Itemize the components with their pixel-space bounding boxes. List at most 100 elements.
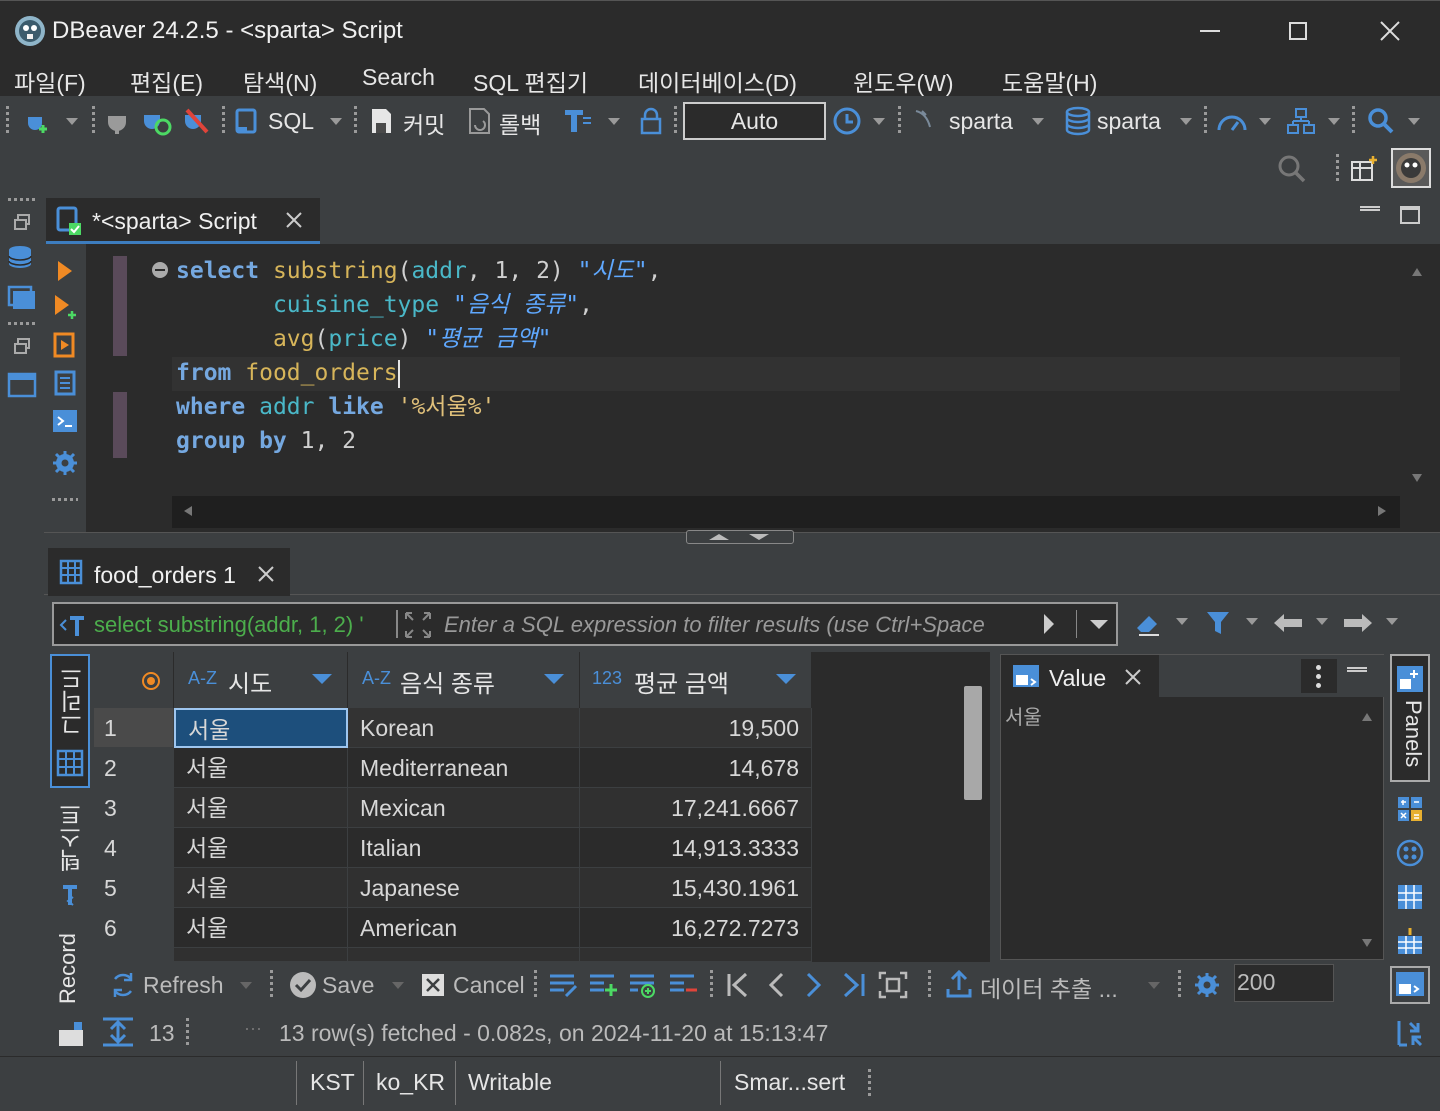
- execute-new-tab-icon[interactable]: [50, 292, 80, 322]
- cell-sido[interactable]: 서울: [174, 708, 348, 748]
- column-header-avg-price[interactable]: 123 평균 금액: [580, 652, 812, 708]
- cell-avg-price[interactable]: 14,678: [580, 748, 812, 788]
- fetch-all-icon[interactable]: [876, 968, 910, 1002]
- value-tab[interactable]: Value: [1001, 655, 1159, 697]
- close-value-tab-icon[interactable]: [1121, 665, 1145, 689]
- results-status-icon[interactable]: [54, 1016, 88, 1050]
- execute-statement-icon[interactable]: [50, 256, 80, 286]
- back-icon[interactable]: [1270, 604, 1306, 642]
- editor-vertical-scrollbar[interactable]: [1400, 254, 1434, 494]
- sql-button[interactable]: SQL: [268, 108, 314, 135]
- edit-row-icon[interactable]: [546, 968, 580, 1002]
- fetch-size-input[interactable]: 200: [1234, 964, 1334, 1002]
- sort-icon[interactable]: [312, 674, 332, 684]
- references-panel-icon[interactable]: [1394, 924, 1426, 958]
- grid-view-tab[interactable]: 그리드: [50, 654, 90, 788]
- panels-tab[interactable]: Panels: [1390, 654, 1430, 782]
- cell-avg-price[interactable]: 16,272.7273: [580, 908, 812, 948]
- last-page-icon[interactable]: [838, 968, 870, 1002]
- filter-input[interactable]: Enter a SQL expression to filter results…: [444, 612, 1044, 638]
- filter-icon[interactable]: [1202, 604, 1234, 642]
- sort-icon[interactable]: [776, 674, 796, 684]
- results-settings-icon[interactable]: [1190, 968, 1224, 1002]
- sql-code[interactable]: select substring(addr, 1, 2) "시도", cuisi…: [176, 254, 1400, 494]
- sql-editor-icon[interactable]: [232, 104, 262, 138]
- column-header-sido[interactable]: A-Z 시도: [174, 652, 348, 708]
- cell-cuisine[interactable]: Japanese: [348, 868, 580, 908]
- connect-icon[interactable]: [102, 104, 132, 138]
- fold-icon[interactable]: [152, 262, 168, 278]
- copy-row-icon[interactable]: [626, 968, 660, 1002]
- search-icon[interactable]: [1364, 104, 1398, 138]
- value-content[interactable]: 서울: [1005, 701, 1042, 730]
- table-row[interactable]: 3 서울 Mexican 17,241.6667: [94, 788, 956, 828]
- cell-cuisine[interactable]: Mexican: [348, 788, 580, 828]
- menu-database[interactable]: 데이터베이스(D): [638, 64, 797, 98]
- editor-tab-script[interactable]: *<sparta> Script: [46, 198, 320, 244]
- cell-avg-price[interactable]: 17,241.6667: [580, 788, 812, 828]
- metadata-panel-icon[interactable]: [1394, 880, 1426, 914]
- add-row-icon[interactable]: [586, 968, 620, 1002]
- disconnect-icon[interactable]: [180, 104, 214, 138]
- table-row[interactable]: 2 서울 Mediterranean 14,678: [94, 748, 956, 788]
- quick-search-icon[interactable]: [1274, 150, 1310, 188]
- cell-avg-price[interactable]: 14,913.3333: [580, 828, 812, 868]
- active-datasource[interactable]: sparta: [949, 108, 1013, 135]
- table-row[interactable]: 6 서울 American 16,272.7273: [94, 908, 956, 948]
- erd-icon[interactable]: [1284, 104, 1318, 138]
- select-all-icon[interactable]: [142, 672, 160, 690]
- dbeaver-perspective-icon[interactable]: [1391, 148, 1431, 188]
- cell-cuisine[interactable]: Korean: [348, 708, 580, 748]
- apply-filter-arrow-icon[interactable]: [1044, 614, 1054, 634]
- transaction-mode-field[interactable]: Auto: [683, 102, 826, 140]
- editor-settings-icon[interactable]: [50, 448, 80, 478]
- toggle-panels-icon[interactable]: [1390, 966, 1430, 1004]
- cell-sido[interactable]: 서울: [174, 828, 348, 868]
- close-window-button[interactable]: [1370, 11, 1410, 51]
- cell-cuisine[interactable]: Mediterranean: [348, 748, 580, 788]
- projects-icon[interactable]: [4, 282, 40, 316]
- cell-sido[interactable]: 서울: [174, 868, 348, 908]
- filter-history-dropdown[interactable]: [1090, 620, 1108, 629]
- restore-panel-2-icon[interactable]: [8, 334, 36, 358]
- sort-icon[interactable]: [544, 674, 564, 684]
- commit-icon[interactable]: [366, 104, 398, 138]
- refresh-button[interactable]: Refresh: [143, 972, 224, 999]
- terminal-icon[interactable]: [50, 406, 80, 436]
- close-results-tab-icon[interactable]: [254, 562, 278, 586]
- column-header-cuisine[interactable]: A-Z 음식 종류: [348, 652, 580, 708]
- export-data-icon[interactable]: [942, 966, 976, 1002]
- erase-filter-icon[interactable]: [1130, 604, 1166, 642]
- dashboard-icon[interactable]: [1214, 104, 1250, 138]
- minimize-value-panel-button[interactable]: [1347, 667, 1367, 669]
- record-view-tab[interactable]: Record: [52, 922, 88, 1014]
- perspective-icon[interactable]: [1346, 150, 1382, 188]
- outline-panel-icon[interactable]: [4, 368, 40, 402]
- insert-mode-status[interactable]: Smar...sert: [734, 1069, 845, 1096]
- lock-icon[interactable]: [636, 104, 666, 138]
- explain-plan-icon[interactable]: [50, 368, 80, 398]
- menu-navigate[interactable]: 탐색(N): [243, 64, 317, 98]
- commit-button[interactable]: 커밋: [403, 106, 445, 140]
- expand-filter-icon[interactable]: [402, 610, 434, 640]
- execute-script-icon[interactable]: [50, 330, 80, 360]
- close-tab-icon[interactable]: [282, 208, 306, 232]
- minimize-editor-button[interactable]: [1360, 206, 1380, 208]
- text-view-tab[interactable]: 텍스트: [52, 794, 88, 918]
- next-page-icon[interactable]: [800, 968, 828, 1002]
- maximize-editor-button[interactable]: [1400, 206, 1420, 224]
- menu-edit[interactable]: 편집(E): [130, 64, 203, 98]
- row-number-header[interactable]: [94, 652, 174, 708]
- cell-cuisine[interactable]: American: [348, 908, 580, 948]
- cell-avg-price[interactable]: 15,430.1961: [580, 868, 812, 908]
- cancel-button[interactable]: Cancel: [453, 972, 525, 999]
- splitter-toggle[interactable]: [686, 530, 794, 544]
- cell-avg-price[interactable]: 19,500: [580, 708, 812, 748]
- restore-panel-icon[interactable]: [8, 210, 36, 234]
- history-icon[interactable]: [830, 104, 864, 138]
- table-row[interactable]: 1 서울 Korean 19,500: [94, 708, 956, 748]
- menu-help[interactable]: 도움말(H): [1002, 64, 1097, 98]
- active-schema[interactable]: sparta: [1097, 108, 1161, 135]
- value-panel-menu-icon[interactable]: [1301, 659, 1337, 693]
- menu-search[interactable]: Search: [362, 64, 435, 91]
